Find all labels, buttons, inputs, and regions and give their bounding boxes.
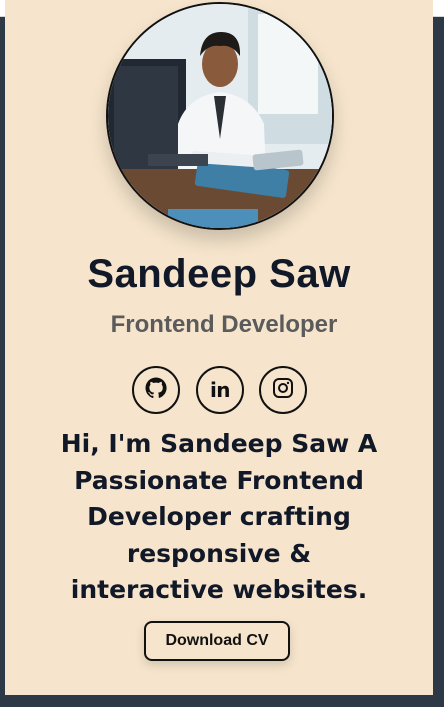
- github-button[interactable]: [132, 366, 180, 414]
- linkedin-button[interactable]: in: [196, 366, 244, 414]
- social-links: in: [132, 366, 312, 414]
- profile-role: Frontend Developer: [110, 311, 338, 338]
- intro-tagline: Hi, I'm Sandeep Saw A Passionate Fronten…: [60, 429, 378, 604]
- download-cv-button[interactable]: Download CV: [144, 621, 290, 661]
- profile-card: Sandeep Saw Frontend Developer in Hi, I'…: [5, 0, 433, 695]
- linkedin-icon: in: [209, 378, 231, 402]
- instagram-button[interactable]: [259, 366, 307, 414]
- github-icon: [144, 376, 168, 405]
- profile-name: Sandeep Saw: [87, 252, 351, 296]
- instagram-icon: [272, 377, 294, 404]
- profile-photo: [106, 2, 334, 230]
